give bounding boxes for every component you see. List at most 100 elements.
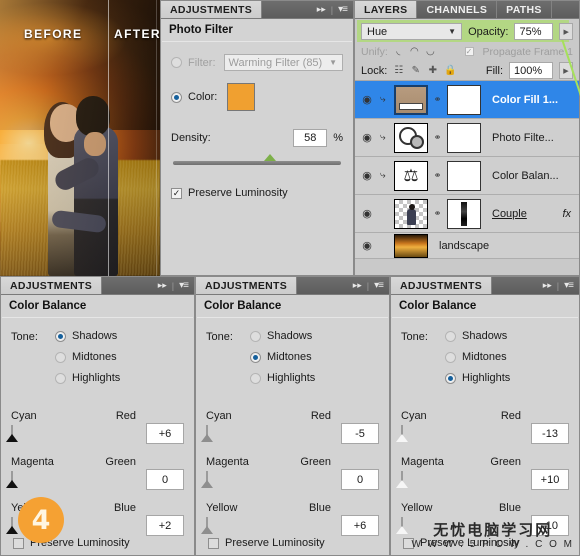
magenta-green-track[interactable]	[396, 471, 408, 488]
propagate-frame-checkbox[interactable]: ✓	[464, 47, 474, 56]
cyan-red-value[interactable]: +6	[146, 423, 184, 444]
panel-menu-icon[interactable]: ▾≡	[179, 280, 189, 291]
preserve-luminosity-checkbox[interactable]	[208, 537, 219, 549]
tone-option-highlights[interactable]: Highlights	[250, 372, 315, 384]
fill-value[interactable]: 100%	[509, 62, 553, 79]
yellow-blue-handle[interactable]	[201, 526, 213, 534]
shadows-radio[interactable]	[250, 330, 261, 342]
lock-transparent-icon[interactable]: ☷	[393, 65, 404, 76]
tone-option-highlights[interactable]: Highlights	[445, 372, 510, 384]
cyan-red-value[interactable]: -13	[531, 423, 569, 444]
fill-stepper[interactable]: ▶	[559, 62, 573, 79]
tone-option-midtones[interactable]: Midtones	[445, 351, 510, 363]
midtones-radio[interactable]	[445, 351, 456, 363]
cyan-red-value[interactable]: -5	[341, 423, 379, 444]
collapse-icon[interactable]: ▸▸	[543, 280, 552, 291]
eye-icon[interactable]: ◉	[359, 207, 375, 220]
tone-option-shadows[interactable]: Shadows	[445, 330, 510, 342]
tab-channels[interactable]: CHANNELS	[417, 1, 498, 18]
cyan-red-track[interactable]	[6, 425, 18, 442]
highlights-radio[interactable]	[55, 372, 66, 384]
layer-mask-thumbnail[interactable]	[447, 84, 481, 115]
layer-row[interactable]: ◉ landscape	[355, 233, 579, 259]
shadows-radio[interactable]	[445, 330, 456, 342]
yellow-blue-handle[interactable]	[396, 526, 408, 534]
tone-option-shadows[interactable]: Shadows	[250, 330, 315, 342]
density-slider-track[interactable]	[173, 154, 341, 165]
link-icon[interactable]: ⚭	[433, 94, 442, 105]
magenta-green-track[interactable]	[6, 471, 18, 488]
preserve-luminosity-row[interactable]: ✓ Preserve Luminosity	[171, 187, 343, 199]
link-icon[interactable]: ⚭	[433, 132, 442, 143]
layer-thumbnail[interactable]	[394, 198, 428, 229]
magenta-green-value[interactable]: 0	[341, 469, 379, 490]
yellow-blue-track[interactable]	[201, 517, 213, 534]
layer-mask-thumbnail[interactable]	[447, 160, 481, 191]
lock-paint-icon[interactable]: ✎	[410, 65, 421, 76]
magenta-green-value[interactable]: +10	[531, 469, 569, 490]
yellow-blue-track[interactable]	[396, 517, 408, 534]
collapse-icon[interactable]: ▸▸	[353, 280, 362, 291]
eye-icon[interactable]: ◉	[359, 93, 375, 106]
lock-move-icon[interactable]: ✚	[427, 65, 438, 76]
eye-icon[interactable]: ◉	[359, 239, 375, 252]
panel-menu-icon[interactable]: ▾≡	[338, 4, 348, 15]
layer-thumbnail[interactable]	[394, 233, 428, 258]
collapse-icon[interactable]: ▸▸	[317, 4, 326, 15]
yellow-blue-value[interactable]: +6	[341, 515, 379, 536]
unify-style-icon[interactable]: ◡	[425, 46, 436, 57]
yellow-blue-value[interactable]: +2	[146, 515, 184, 536]
preserve-luminosity-checkbox[interactable]	[403, 537, 414, 549]
layer-row[interactable]: ◉ ⤷ ⚭ Photo Filte...	[355, 119, 579, 157]
layer-row[interactable]: ◉ ⤷ ⚖ ⚭ Color Balan...	[355, 157, 579, 195]
preserve-luminosity-checkbox[interactable]	[13, 537, 24, 549]
tab-paths[interactable]: PATHS	[497, 1, 552, 18]
opacity-stepper[interactable]: ▶	[559, 23, 573, 40]
eye-icon[interactable]: ◉	[359, 169, 375, 182]
highlights-radio[interactable]	[250, 372, 261, 384]
tone-option-midtones[interactable]: Midtones	[250, 351, 315, 363]
link-icon[interactable]: ⚭	[433, 208, 442, 219]
magenta-green-handle[interactable]	[6, 480, 18, 488]
unify-position-icon[interactable]: ◟	[393, 46, 404, 57]
magenta-green-track[interactable]	[201, 471, 213, 488]
magenta-green-value[interactable]: 0	[146, 469, 184, 490]
tab-adjustments[interactable]: ADJUSTMENTS	[391, 277, 493, 294]
layer-mask-thumbnail[interactable]	[447, 122, 481, 153]
layer-thumbnail[interactable]	[394, 122, 428, 153]
midtones-radio[interactable]	[250, 351, 261, 363]
opacity-value[interactable]: 75%	[514, 23, 554, 40]
unify-visibility-icon[interactable]: ◠	[409, 46, 420, 57]
tone-option-highlights[interactable]: Highlights	[55, 372, 120, 384]
midtones-radio[interactable]	[55, 351, 66, 363]
filter-select[interactable]: Warming Filter (85) ▼	[223, 54, 343, 71]
eye-icon[interactable]: ◉	[359, 131, 375, 144]
magenta-green-handle[interactable]	[201, 480, 213, 488]
tone-option-shadows[interactable]: Shadows	[55, 330, 120, 342]
cyan-red-handle[interactable]	[396, 434, 408, 442]
tab-adjustments[interactable]: ADJUSTMENTS	[196, 277, 298, 294]
cyan-red-track[interactable]	[396, 425, 408, 442]
layer-thumbnail[interactable]	[394, 84, 428, 115]
tab-adjustments[interactable]: ADJUSTMENTS	[161, 1, 263, 18]
cyan-red-track[interactable]	[201, 425, 213, 442]
panel-menu-icon[interactable]: ▾≡	[564, 280, 574, 291]
preserve-luminosity-row[interactable]: Preserve Luminosity	[403, 537, 520, 549]
panel-menu-icon[interactable]: ▾≡	[374, 280, 384, 291]
lock-all-icon[interactable]: 🔒	[444, 65, 456, 76]
preserve-luminosity-checkbox[interactable]: ✓	[171, 187, 182, 199]
color-swatch[interactable]	[227, 83, 256, 111]
color-radio[interactable]	[171, 91, 182, 103]
highlights-radio[interactable]	[445, 372, 456, 384]
link-icon[interactable]: ⚭	[433, 170, 442, 181]
cyan-red-handle[interactable]	[6, 434, 18, 442]
yellow-blue-value[interactable]: -10	[531, 515, 569, 536]
layer-mask-thumbnail[interactable]	[447, 198, 481, 229]
density-value[interactable]: 58	[293, 129, 328, 147]
layer-row[interactable]: ◉ ⚭ Couple fx	[355, 195, 579, 233]
layer-thumbnail[interactable]: ⚖	[394, 160, 428, 191]
tab-layers[interactable]: LAYERS	[355, 1, 418, 18]
yellow-blue-handle[interactable]	[6, 526, 18, 534]
tone-option-midtones[interactable]: Midtones	[55, 351, 120, 363]
layer-row[interactable]: ◉ ⤷ ⚭ Color Fill 1...	[355, 81, 579, 119]
